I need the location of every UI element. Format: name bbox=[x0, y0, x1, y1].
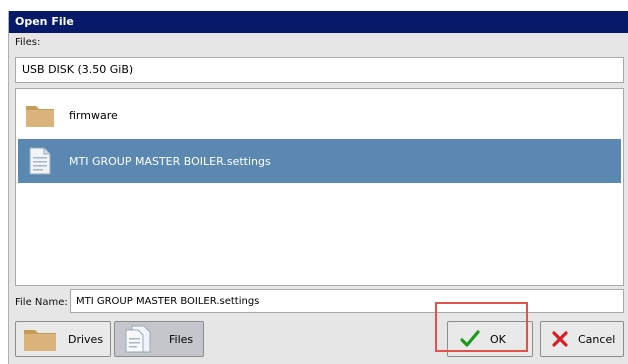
file-icon bbox=[123, 325, 153, 353]
open-file-dialog: Open File Files: USB DISK (3.50 GiB) fir… bbox=[8, 11, 628, 364]
ok-highlight-box bbox=[435, 302, 528, 352]
cancel-button[interactable]: Cancel bbox=[540, 321, 624, 357]
files-button-label: Files bbox=[169, 332, 194, 346]
drives-button[interactable]: Drives bbox=[15, 321, 111, 357]
list-item-firmware[interactable]: firmware bbox=[18, 93, 621, 137]
file-name-input[interactable] bbox=[70, 289, 624, 313]
list-item-settings-file[interactable]: MTI GROUP MASTER BOILER.settings bbox=[18, 139, 621, 183]
close-icon bbox=[551, 331, 569, 347]
file-list[interactable]: firmware MTI GROUP MASTER BOILER.setting… bbox=[15, 88, 624, 286]
file-name-label: File Name: bbox=[15, 297, 68, 308]
cancel-label: Cancel bbox=[578, 332, 616, 346]
dialog-title: Open File bbox=[9, 11, 628, 33]
list-item-label: MTI GROUP MASTER BOILER.settings bbox=[69, 154, 271, 168]
drives-label: Drives bbox=[68, 332, 104, 346]
files-label: Files: bbox=[15, 37, 41, 48]
list-item-label: firmware bbox=[69, 108, 118, 122]
folder-icon bbox=[22, 326, 58, 352]
files-button[interactable]: Files bbox=[114, 321, 204, 357]
drive-selector[interactable]: USB DISK (3.50 GiB) bbox=[15, 57, 624, 83]
folder-icon bbox=[23, 100, 57, 130]
file-icon bbox=[23, 146, 57, 176]
